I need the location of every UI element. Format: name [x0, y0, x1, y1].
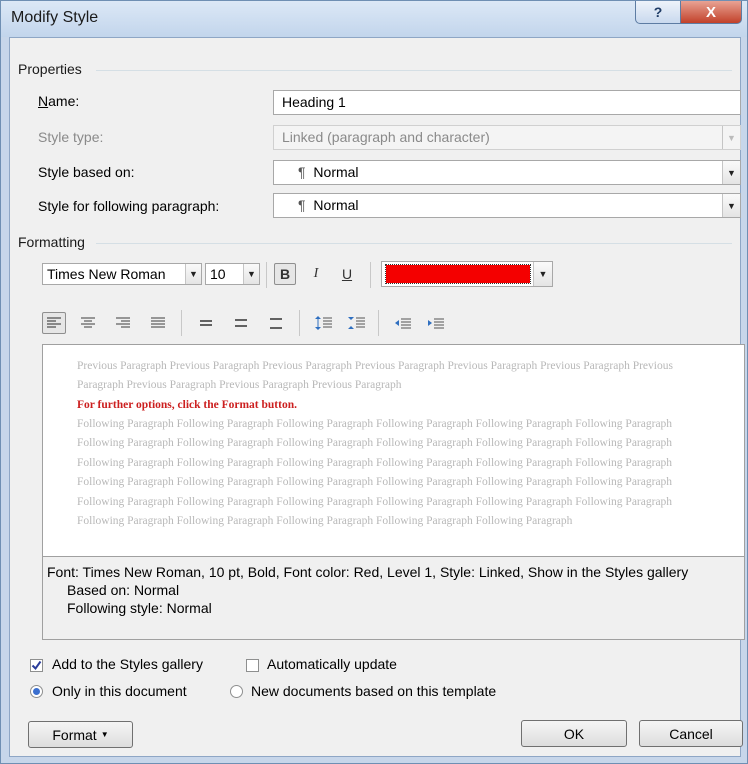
format-button-label: Format: [52, 726, 97, 743]
title-bar[interactable]: Modify Style ? X: [1, 1, 747, 37]
double-spacing-icon: [270, 318, 282, 329]
properties-divider: [96, 70, 732, 71]
align-right-button[interactable]: [111, 312, 135, 334]
following-label: Style for following paragraph:: [38, 198, 220, 214]
font-name-select[interactable]: Times New Roman ▼: [42, 263, 202, 285]
font-name-value: Times New Roman: [47, 266, 166, 282]
font-color-swatch: [385, 264, 531, 284]
only-this-document-radio[interactable]: [30, 685, 43, 698]
justify-button[interactable]: [146, 312, 170, 334]
add-to-gallery-checkbox[interactable]: [30, 659, 43, 672]
help-button[interactable]: ?: [635, 1, 681, 24]
one-half-spacing-icon: [235, 319, 247, 327]
align-center-icon: [81, 317, 95, 328]
double-spacing-button[interactable]: [264, 312, 288, 334]
cancel-button[interactable]: Cancel: [639, 720, 743, 747]
style-description: Font: Times New Roman, 10 pt, Bold, Font…: [42, 557, 745, 640]
bold-button[interactable]: B: [274, 263, 296, 285]
description-line: Based on: Normal: [67, 582, 180, 598]
add-to-gallery-label[interactable]: Add to the Styles gallery: [52, 656, 203, 672]
close-icon: X: [705, 3, 716, 21]
new-documents-label[interactable]: New documents based on this template: [251, 683, 496, 699]
align-right-icon: [116, 317, 130, 328]
style-type-select[interactable]: Linked (paragraph and character) ▼: [273, 125, 741, 150]
following-style-select[interactable]: ¶ Normal ▼: [273, 193, 741, 218]
preview-previous-paragraph: Previous Paragraph Previous Paragraph Pr…: [77, 360, 673, 392]
align-center-button[interactable]: [76, 312, 100, 334]
checkmark-icon: [31, 660, 42, 671]
chevron-down-icon: ▼: [722, 194, 740, 217]
style-type-value: Linked (paragraph and character): [282, 129, 490, 145]
single-spacing-icon: [200, 320, 212, 326]
align-left-button[interactable]: [42, 312, 66, 334]
based-on-label: Style based on:: [38, 164, 135, 180]
increase-spacing-icon: [315, 316, 332, 330]
pilcrow-icon: ¶: [298, 197, 306, 213]
description-line: Font: Times New Roman, 10 pt, Bold, Font…: [47, 564, 689, 580]
description-line: Following style: Normal: [67, 600, 212, 616]
decrease-spacing-icon: [348, 317, 365, 329]
justify-icon: [151, 317, 165, 328]
align-left-icon: [47, 317, 61, 328]
underline-button[interactable]: U: [336, 263, 358, 285]
chevron-down-icon: ▼: [722, 126, 740, 149]
increase-paragraph-spacing-button[interactable]: [312, 312, 336, 334]
properties-section-label: Properties: [18, 61, 82, 77]
toolbar-separator: [370, 262, 371, 288]
decrease-indent-button[interactable]: [391, 312, 415, 334]
new-documents-radio[interactable]: [230, 685, 243, 698]
chevron-down-icon: ▼: [722, 161, 740, 184]
auto-update-checkbox[interactable]: [246, 659, 259, 672]
name-label: Name:: [38, 93, 80, 109]
pilcrow-icon: ¶: [298, 164, 306, 180]
style-type-label: Style type:: [38, 129, 104, 145]
increase-indent-icon: [428, 318, 444, 329]
toolbar-separator: [266, 262, 267, 288]
toolbar-separator: [181, 310, 182, 336]
based-on-select[interactable]: ¶ Normal ▼: [273, 160, 741, 185]
font-size-select[interactable]: 10 ▼: [205, 263, 260, 285]
close-button[interactable]: X: [680, 1, 742, 24]
single-spacing-button[interactable]: [194, 312, 218, 334]
auto-update-label[interactable]: Automatically update: [267, 656, 397, 672]
font-color-select[interactable]: ▼: [381, 261, 553, 287]
chevron-down-icon: ▼: [243, 264, 259, 284]
only-this-document-label[interactable]: Only in this document: [52, 683, 187, 699]
increase-indent-button[interactable]: [424, 312, 448, 334]
dialog-body: Properties Name: Heading 1 Style type: L…: [9, 37, 745, 757]
style-preview: Previous Paragraph Previous Paragraph Pr…: [42, 344, 745, 557]
chevron-down-icon: ▼: [185, 264, 201, 284]
following-value: Normal: [313, 197, 359, 213]
formatting-divider: [96, 243, 732, 244]
italic-button[interactable]: I: [305, 263, 327, 285]
help-icon: ?: [653, 4, 663, 20]
name-label-rest: ame:: [48, 93, 80, 109]
chevron-down-icon: ▼: [533, 262, 552, 286]
name-input[interactable]: Heading 1: [273, 90, 741, 115]
toolbar-separator: [378, 310, 379, 336]
formatting-section-label: Formatting: [18, 234, 85, 250]
one-half-spacing-button[interactable]: [229, 312, 253, 334]
based-on-value: Normal: [313, 164, 359, 180]
toolbar-separator: [299, 310, 300, 336]
font-size-value: 10: [210, 266, 226, 282]
preview-following-paragraph: Following Paragraph Following Paragraph …: [77, 418, 673, 528]
decrease-paragraph-spacing-button[interactable]: [345, 312, 369, 334]
dropdown-arrow-icon: ▼: [100, 730, 109, 739]
dialog-title: Modify Style: [11, 9, 99, 26]
modify-style-dialog: Modify Style ? X Properties Name: Headin…: [0, 0, 748, 764]
ok-button[interactable]: OK: [521, 720, 627, 747]
format-button[interactable]: Format ▼: [28, 721, 133, 748]
decrease-indent-icon: [395, 318, 411, 329]
preview-current-paragraph: For further options, click the Format bu…: [77, 399, 297, 411]
